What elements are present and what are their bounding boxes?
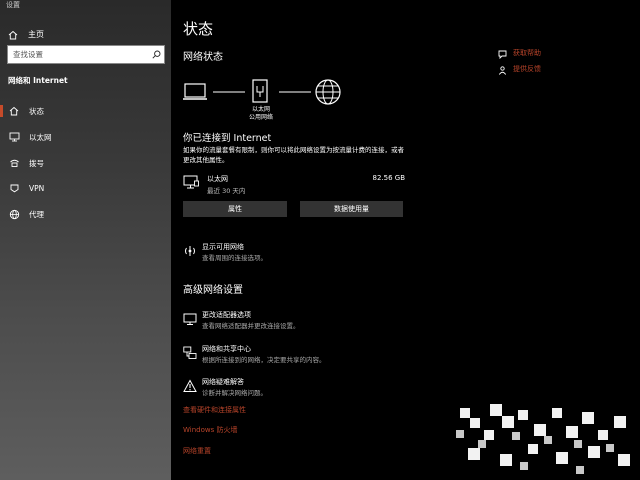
sharing-center-desc: 根据所连接到的网络，决定要共享的内容。 (202, 356, 326, 364)
search-box[interactable] (7, 45, 165, 64)
troubleshooter-title: 网络疑难解答 (202, 378, 244, 386)
feedback-link[interactable]: 提供反馈 (498, 61, 541, 77)
advanced-heading: 高级网络设置 (183, 285, 243, 296)
dialup-icon (8, 157, 20, 169)
sharing-center-title: 网络和共享中心 (202, 345, 251, 353)
home-status-icon (8, 105, 20, 117)
watermark-overlay (448, 400, 640, 480)
adapter-subtitle: 最近 30 天内 (207, 187, 246, 195)
adapter-options-desc: 查看网络适配器并更改连接设置。 (202, 322, 300, 330)
troubleshooter-desc: 诊断并解决网络问题。 (202, 389, 267, 397)
sharing-network-icon (183, 345, 197, 359)
sidebar: 设置 主页 网络和 Internet 状态 以太网 拨号 VP (0, 0, 171, 480)
sidebar-item-ethernet[interactable]: 以太网 (0, 127, 171, 147)
sidebar-item-proxy[interactable]: 代理 (0, 204, 171, 224)
network-status-heading: 网络状态 (183, 52, 223, 63)
laptop-icon (183, 83, 207, 100)
show-networks-link[interactable]: 显示可用网络 查看周围的连接选项。 (183, 242, 423, 264)
connected-description: 如果你的流量套餐有限制，则你可以将此网络设置为按流量计费的连接，或者更改其他属性… (183, 146, 404, 164)
get-help-label: 获取帮助 (513, 49, 541, 57)
network-antenna-icon (183, 243, 197, 257)
sidebar-item-label: 以太网 (29, 132, 52, 142)
help-area: 获取帮助 提供反馈 (498, 45, 541, 77)
adapter-name: 以太网 (207, 175, 228, 183)
page-title: 状态 (183, 20, 214, 38)
firewall-link[interactable]: Windows 防火墙 (183, 425, 237, 435)
sidebar-item-dialup[interactable]: 拨号 (0, 153, 171, 173)
globe-icon (315, 79, 341, 105)
home-label: 主页 (28, 30, 44, 39)
diagram-label-line1: 以太网 (251, 106, 270, 113)
show-networks-desc: 查看周围的连接选项。 (202, 254, 267, 262)
network-reset-link[interactable]: 网络重置 (183, 446, 211, 456)
adapter-row: 以太网 最近 30 天内 82.56 GB (183, 172, 405, 196)
section-title: 网络和 Internet (8, 76, 68, 85)
connected-heading: 你已连接到 Internet (183, 133, 272, 144)
home-icon (8, 25, 18, 44)
home-nav-item[interactable]: 主页 (8, 25, 44, 44)
vpn-icon (8, 182, 20, 194)
sidebar-item-label: 拨号 (29, 158, 44, 168)
hardware-properties-link[interactable]: 查看硬件和连接属性 (183, 405, 246, 415)
warning-icon (183, 378, 197, 392)
monitor-network-icon (183, 174, 200, 194)
feedback-label: 提供反馈 (513, 65, 541, 73)
adapter-options-title: 更改适配器选项 (202, 311, 251, 319)
sidebar-item-label: VPN (29, 183, 45, 193)
ethernet-icon (8, 131, 20, 143)
search-icon[interactable] (148, 46, 164, 63)
adapter-usage: 82.56 GB (372, 174, 406, 182)
window-title: 设置 (6, 1, 20, 9)
diagram-label-line2: 公用网络 (248, 114, 273, 121)
sidebar-item-label: 状态 (29, 106, 44, 116)
show-networks-title: 显示可用网络 (202, 243, 244, 251)
properties-button[interactable]: 属性 (183, 201, 287, 217)
sidebar-item-status[interactable]: 状态 (0, 101, 171, 121)
globe-icon (8, 208, 20, 220)
data-usage-button[interactable]: 数据使用量 (300, 201, 403, 217)
adapter-options-link[interactable]: 更改适配器选项 查看网络适配器并更改连接设置。 (183, 310, 423, 332)
sharing-center-link[interactable]: 网络和共享中心 根据所连接到的网络，决定要共享的内容。 (183, 344, 423, 366)
feedback-person-icon (498, 60, 507, 79)
network-diagram: 以太网 公用网络 (183, 76, 353, 124)
troubleshooter-link[interactable]: 网络疑难解答 诊断并解决网络问题。 (183, 377, 423, 399)
monitor-icon (183, 311, 197, 325)
search-input[interactable] (8, 46, 148, 63)
ethernet-port-icon (252, 79, 268, 103)
sidebar-item-vpn[interactable]: VPN (0, 178, 171, 198)
sidebar-item-label: 代理 (29, 209, 44, 219)
